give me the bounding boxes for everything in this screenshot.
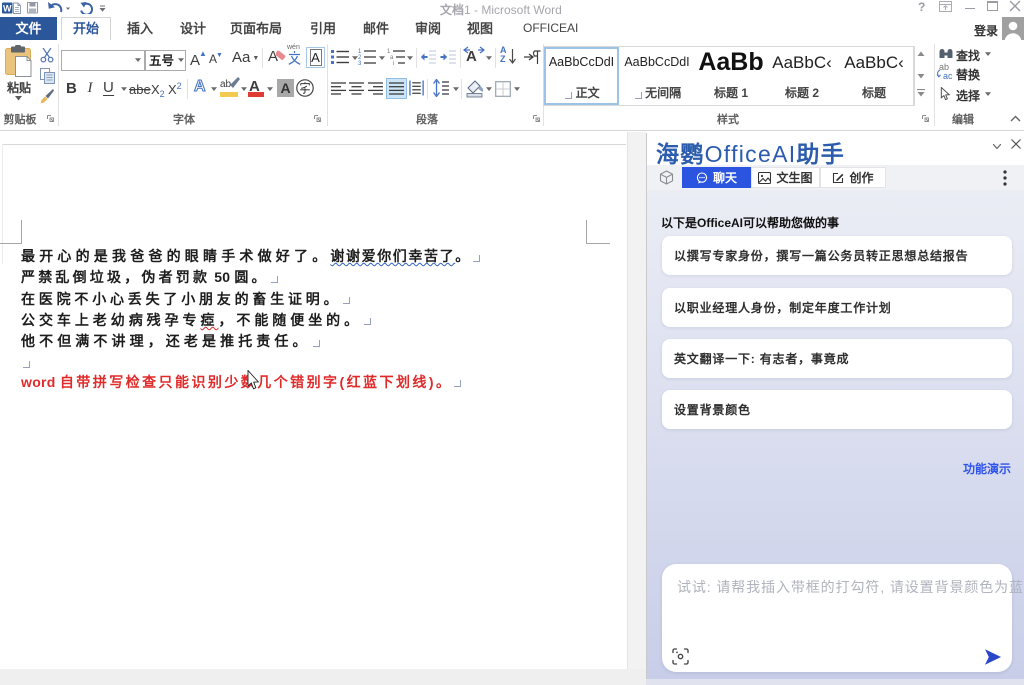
svg-text:i: i [393,61,394,65]
svg-text:W: W [3,4,12,14]
svg-text:3: 3 [358,61,362,65]
